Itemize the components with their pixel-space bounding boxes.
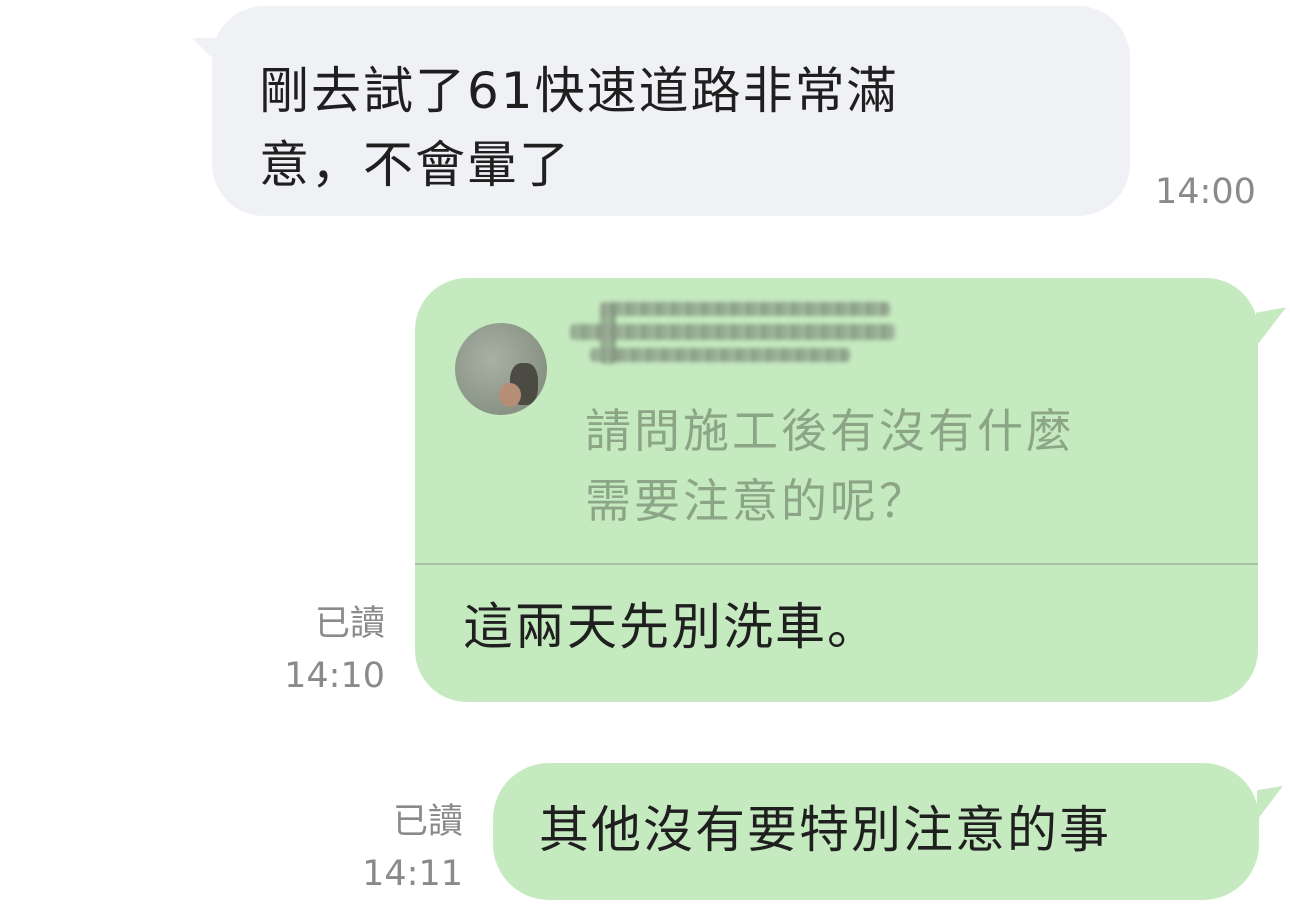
read-receipt: 已讀 [392, 802, 463, 842]
incoming-message-line-1: 剛去試了61快速道路非常滿 [259, 62, 899, 120]
incoming-message-line-2: 意，不會暈了 [259, 136, 571, 194]
quoted-message-line-2: 需要注意的呢？ [585, 474, 928, 528]
outgoing-message-text: 其他沒有要特別注意的事 [539, 801, 1111, 859]
avatar [455, 323, 547, 415]
quoted-message-line-1: 請問施工後有沒有什麼 [585, 404, 1075, 458]
quoted-message[interactable]: 請問施工後有沒有什麼 需要注意的呢？ [415, 278, 1258, 563]
outgoing-reply-meta: 已讀 14:10 [250, 598, 385, 702]
redacted-sender-name [570, 294, 900, 372]
incoming-message-bubble[interactable]: 剛去試了61快速道路非常滿 意，不會暈了 [212, 6, 1130, 216]
quoted-message-text: 請問施工後有沒有什麼 需要注意的呢？ [585, 396, 1075, 536]
chat-area: 剛去試了61快速道路非常滿 意，不會暈了 14:00 請問施工後有沒有什麼 需要… [0, 0, 1290, 913]
outgoing-message-bubble[interactable]: 其他沒有要特別注意的事 [493, 763, 1259, 900]
outgoing-message-time: 14:11 [362, 854, 463, 894]
incoming-message-time: 14:00 [1155, 172, 1256, 212]
quote-divider [415, 563, 1258, 565]
outgoing-bubble-tail [1257, 785, 1283, 821]
outgoing-reply-bubble[interactable]: 請問施工後有沒有什麼 需要注意的呢？ 這兩天先別洗車。 [415, 278, 1258, 702]
outgoing-message-meta: 已讀 14:11 [330, 796, 463, 900]
read-receipt: 已讀 [314, 604, 385, 644]
outgoing-reply-text: 這兩天先別洗車。 [463, 598, 879, 656]
outgoing-reply-time: 14:10 [284, 656, 385, 696]
outgoing-bubble-tail [1256, 307, 1286, 347]
